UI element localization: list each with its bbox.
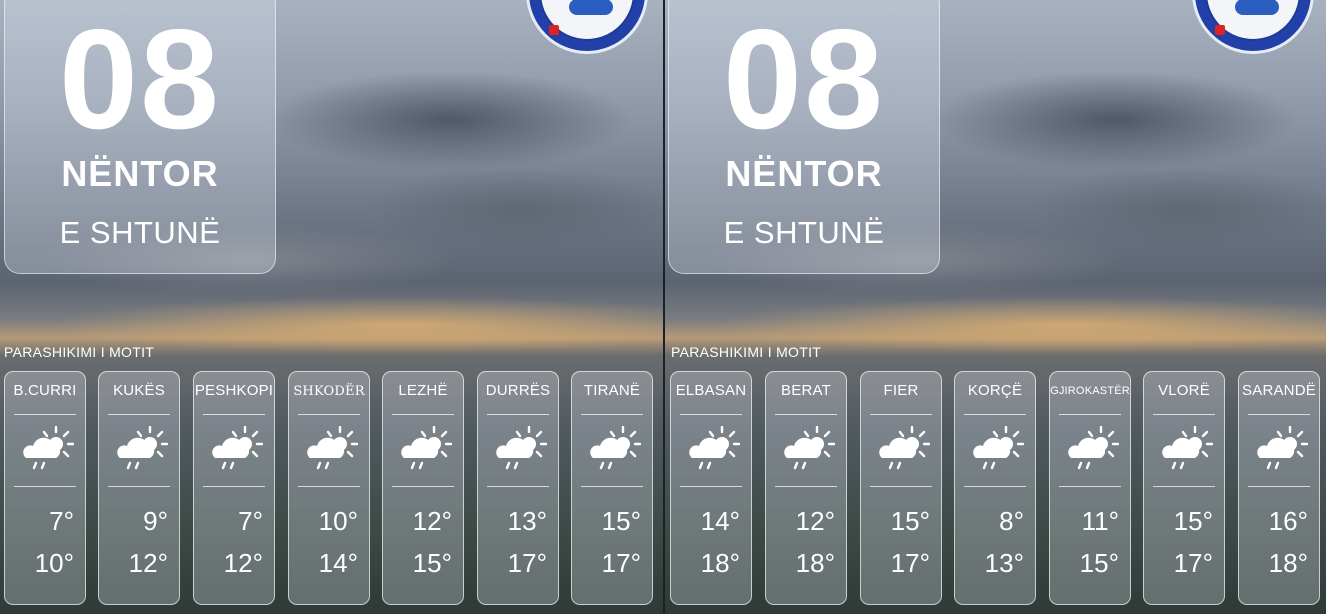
temp-max: 14° [318,548,358,578]
temp-min: 13° [507,506,547,536]
temp-min: 9° [143,506,168,536]
temp-max: 15° [1079,548,1119,578]
city-name: FIER [883,382,919,399]
city-name: TIRANË [583,382,641,399]
cloud-sun-rain-icon [879,426,930,470]
temp-max: 17° [1173,548,1213,578]
city-card: B.CURRI 7° 10° [4,371,86,605]
date-card: 08 NËNTOR E SHTUNË [4,0,276,274]
section-title: PARASHIKIMI I MOTIT [4,344,155,360]
temp-max: 18° [795,548,835,578]
cloud-sun-rain-icon [590,426,641,470]
city-card: PESHKOPI 7° 12° [193,371,275,605]
temp-max: 13° [984,548,1024,578]
forecast-panel-1: 08 NËNTOR E SHTUNË PARASHIKIMI I MOTIT B… [0,0,663,614]
temp-max: 18° [1268,548,1308,578]
city-name: VLORË [1158,382,1210,399]
temp-max: 10° [34,548,74,578]
cloud-sun-rain-icon [1257,426,1308,470]
weekday-label: E SHTUNË [59,215,221,250]
city-name: KORÇË [967,382,1023,399]
month-label: NËNTOR [725,153,883,194]
city-card: TIRANË 15° 17° [571,371,653,605]
month-label: NËNTOR [61,153,219,194]
city-card: KORÇË 8° 13° [954,371,1036,605]
cloud-sun-rain-icon [973,426,1024,470]
city-name: B.CURRI [13,382,77,399]
temp-min: 11° [1081,506,1119,536]
city-name: SHKODËR [293,384,365,399]
weekday-label: E SHTUNË [723,215,885,250]
cloud-sun-rain-icon [784,426,835,470]
temp-min: 8° [999,506,1024,536]
section-title: PARASHIKIMI I MOTIT [671,344,822,360]
cloud-sun-rain-icon [212,426,263,470]
city-name: BERAT [781,382,831,399]
city-name: DURRËS [485,382,551,399]
temp-max: 17° [890,548,930,578]
forecast-panel-2: 08 NËNTOR E SHTUNË PARASHIKIMI I MOTIT E… [663,0,1326,614]
temp-min: 7° [238,506,263,536]
city-name: KUKËS [113,382,165,399]
city-card: BERAT 12° 18° [765,371,847,605]
temp-min: 7° [49,506,74,536]
city-name: ELBASAN [675,382,747,399]
cloud-sun-rain-icon [1068,426,1119,470]
city-card: SHKODËR 10° 14° [288,371,370,605]
temp-min: 16° [1268,506,1308,536]
temp-min: 15° [890,506,930,536]
temp-min: 10° [318,506,358,536]
city-card: KUKËS 9° 12° [98,371,180,605]
temp-max: 12° [223,548,263,578]
day-number: 08 [723,0,885,159]
cloud-sun-rain-icon [496,426,547,470]
city-name: GJIROKASTËR [1050,385,1130,397]
city-name: SARANDË [1242,382,1316,399]
city-card: ELBASAN 14° 18° [670,371,752,605]
temp-min: 12° [795,506,835,536]
temp-min: 15° [601,506,641,536]
city-card: VLORË 15° 17° [1143,371,1225,605]
cloud-sun-rain-icon [307,426,358,470]
temp-max: 15° [412,548,452,578]
city-card: SARANDË 16° 18° [1238,371,1320,605]
city-card: GJIROKASTËR 11° 15° [1049,371,1131,605]
temp-max: 18° [700,548,740,578]
cloud-sun-rain-icon [401,426,452,470]
city-card: DURRËS 13° 17° [477,371,559,605]
temp-min: 14° [700,506,740,536]
cloud-sun-rain-icon [23,426,74,470]
temp-min: 12° [412,506,452,536]
city-name: PESHKOPI [194,382,274,399]
day-number: 08 [59,0,221,159]
cloud-sun-rain-icon [117,426,168,470]
temp-max: 17° [507,548,547,578]
cloud-sun-rain-icon [689,426,740,470]
temp-min: 15° [1173,506,1213,536]
temp-max: 17° [601,548,641,578]
city-name: LEZHË [398,382,448,399]
city-card: FIER 15° 17° [860,371,942,605]
temp-max: 12° [128,548,168,578]
stage: 08 NËNTOR E SHTUNË PARASHIKIMI I MOTIT B… [0,0,1326,614]
date-card: 08 NËNTOR E SHTUNË [668,0,940,274]
cloud-sun-rain-icon [1162,426,1213,470]
city-card: LEZHË 12° 15° [382,371,464,605]
